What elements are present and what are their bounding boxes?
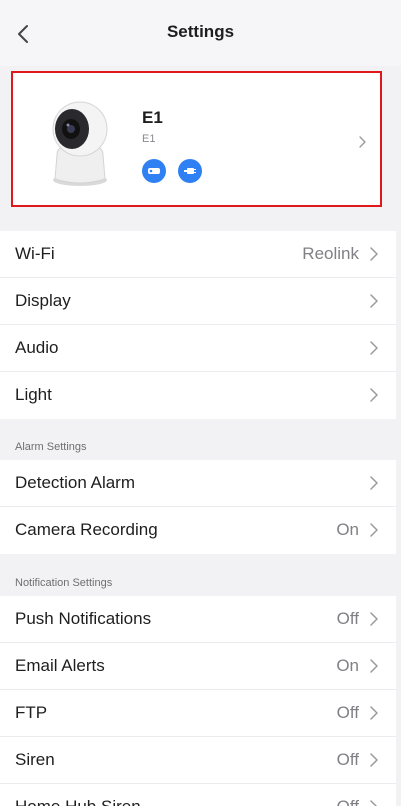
- device-model: E1: [142, 133, 156, 145]
- row-value: On: [336, 656, 359, 675]
- chevron-right-icon: [370, 753, 378, 767]
- general-settings-group: Wi-Fi Reolink Display Audio Light: [0, 231, 396, 419]
- chevron-right-icon: [370, 476, 378, 490]
- row-label: Camera Recording: [15, 520, 158, 539]
- chevron-right-icon: [370, 341, 378, 355]
- row-label: Email Alerts: [15, 656, 105, 675]
- row-label: Wi-Fi: [15, 244, 55, 263]
- header-bar: Settings: [0, 0, 401, 66]
- settings-row-home-hub-siren[interactable]: Home Hub Siren Off: [0, 784, 396, 806]
- row-value: Off: [336, 750, 359, 769]
- chevron-right-icon: [370, 706, 378, 720]
- row-value: Off: [337, 797, 359, 806]
- settings-row-push-notifications[interactable]: Push Notifications Off: [0, 596, 396, 643]
- row-label: Display: [15, 291, 71, 310]
- row-value: Off: [336, 703, 359, 722]
- chevron-right-icon: [359, 136, 366, 148]
- device-card[interactable]: E1 E1: [11, 71, 382, 207]
- chevron-right-icon: [370, 659, 378, 673]
- page-title: Settings: [166, 22, 235, 41]
- row-label: Home Hub Siren: [15, 797, 141, 806]
- row-value: Reolink: [302, 244, 359, 263]
- row-label: Light: [15, 385, 52, 404]
- settings-row-ftp[interactable]: FTP Off: [0, 690, 396, 737]
- settings-row-display[interactable]: Display: [0, 278, 396, 325]
- chevron-right-icon: [370, 247, 378, 261]
- chevron-right-icon: [370, 294, 378, 308]
- settings-row-detection-alarm[interactable]: Detection Alarm: [0, 460, 396, 507]
- settings-row-camera-recording[interactable]: Camera Recording On: [0, 507, 396, 554]
- chevron-right-icon: [370, 523, 378, 537]
- chevron-right-icon: [370, 388, 378, 402]
- alarm-settings-group: Detection Alarm Camera Recording On: [0, 460, 396, 554]
- notification-settings-group: Push Notifications Off Email Alerts On F…: [0, 596, 396, 806]
- row-label: Audio: [15, 338, 59, 357]
- settings-row-audio[interactable]: Audio: [0, 325, 396, 372]
- chevron-right-icon: [370, 800, 378, 806]
- chevron-right-icon: [370, 612, 378, 626]
- row-label: Push Notifications: [15, 609, 152, 628]
- device-name: E1: [142, 108, 163, 127]
- alarm-settings-header: Alarm Settings: [15, 441, 87, 453]
- row-label: Siren: [15, 750, 55, 769]
- row-label: FTP: [15, 703, 48, 722]
- row-value: Off: [336, 609, 359, 628]
- camera-image: [52, 101, 108, 186]
- settings-row-email-alerts[interactable]: Email Alerts On: [0, 643, 396, 690]
- row-label: Detection Alarm: [15, 473, 135, 492]
- notification-settings-header: Notification Settings: [15, 577, 113, 589]
- row-value: On: [336, 520, 359, 539]
- camera-badge-icon: [142, 159, 166, 183]
- settings-row-wifi[interactable]: Wi-Fi Reolink: [0, 231, 396, 278]
- settings-row-light[interactable]: Light: [0, 372, 396, 419]
- power-plug-icon: [178, 159, 202, 183]
- settings-row-siren[interactable]: Siren Off: [0, 737, 396, 784]
